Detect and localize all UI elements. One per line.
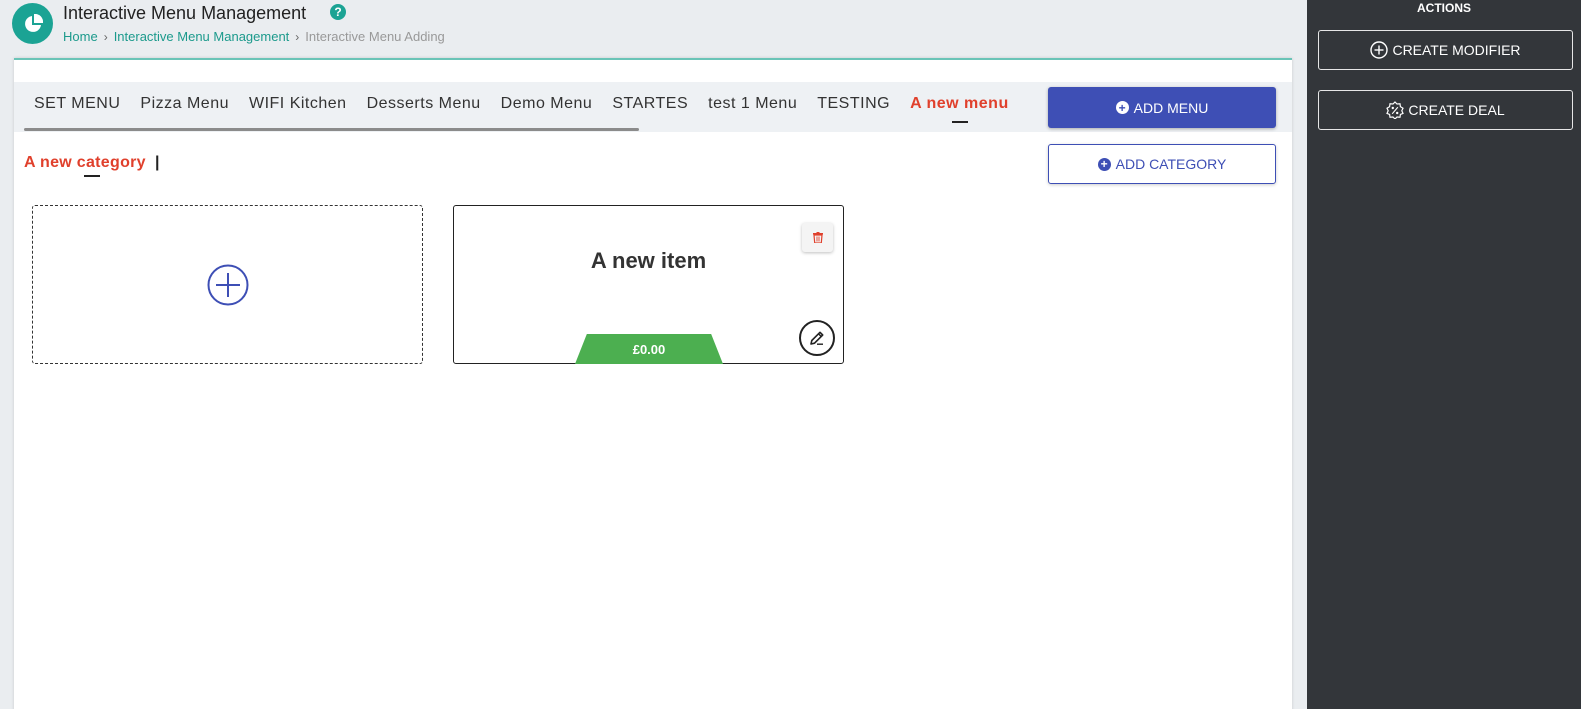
menu-tabs-bar: SET MENU Pizza Menu WIFI Kitchen Desserts M… (14, 82, 1292, 132)
price-tag: £0.00 (575, 334, 723, 364)
add-category-button[interactable]: + ADD CATEGORY (1048, 144, 1276, 184)
main-card: SET MENU Pizza Menu WIFI Kitchen Desserts M… (14, 58, 1292, 709)
chevron-right-icon: › (295, 29, 300, 44)
actions-panel: ACTIONS CREATE MODIFIER CREATE DEAL (1307, 0, 1581, 709)
create-modifier-label: CREATE MODIFIER (1392, 42, 1521, 58)
menu-tab[interactable]: Demo Menu (491, 82, 603, 126)
text-cursor: | (155, 154, 160, 171)
add-item-tile[interactable] (32, 205, 423, 364)
pie-chart-icon (24, 13, 43, 32)
plus-circle-icon (207, 264, 248, 305)
discount-badge-icon (1386, 101, 1405, 119)
add-category-label: ADD CATEGORY (1115, 156, 1227, 172)
menu-tab[interactable]: test 1 Menu (698, 82, 807, 126)
menu-tab[interactable]: Pizza Menu (130, 82, 239, 126)
menu-tabs-scroll: SET MENU Pizza Menu WIFI Kitchen Desserts M… (24, 82, 1032, 132)
item-name: A new item (590, 248, 707, 273)
pencil-icon (810, 331, 824, 345)
menu-tab[interactable]: Desserts Menu (357, 82, 491, 126)
menu-tab[interactable]: A new menu (900, 82, 1019, 126)
category-title-underline (84, 175, 100, 177)
add-menu-label: ADD MENU (1133, 99, 1209, 116)
plus-circle-icon: + (1115, 101, 1129, 114)
trash-icon (812, 232, 823, 243)
page-title: Interactive Menu Management (63, 3, 307, 23)
breadcrumb: Home › Interactive Menu Management › Int… (63, 29, 445, 44)
create-modifier-button[interactable]: CREATE MODIFIER (1318, 30, 1573, 70)
menu-tab[interactable]: WIFI Kitchen (239, 82, 357, 126)
menu-tab[interactable]: SET MENU (24, 82, 130, 126)
add-menu-button[interactable]: + ADD MENU (1048, 87, 1276, 128)
app-logo[interactable] (12, 3, 53, 44)
chevron-right-icon: › (103, 29, 108, 44)
breadcrumb-current: Interactive Menu Adding (305, 29, 445, 44)
menu-tab[interactable]: STARTES (602, 82, 698, 126)
actions-title: ACTIONS (1417, 1, 1471, 15)
menu-tab[interactable]: TESTING (807, 82, 900, 126)
menu-item-card[interactable]: A new item £0.00 (453, 205, 844, 364)
category-title[interactable]: A new category (24, 154, 146, 172)
item-price: £0.00 (632, 341, 666, 357)
create-deal-label: CREATE DEAL (1408, 102, 1505, 118)
plus-circle-icon: + (1097, 157, 1111, 171)
create-deal-button[interactable]: CREATE DEAL (1318, 90, 1573, 130)
page-header: Interactive Menu Management ? Home › Int… (0, 0, 1307, 58)
edit-item-button[interactable] (799, 320, 835, 356)
breadcrumb-section-link[interactable]: Interactive Menu Management (114, 29, 290, 44)
delete-item-button[interactable] (802, 223, 833, 252)
help-icon[interactable]: ? (330, 4, 346, 20)
plus-circle-icon (1370, 41, 1389, 59)
breadcrumb-home-link[interactable]: Home (63, 29, 98, 44)
tabs-scrollbar[interactable] (24, 128, 639, 131)
menu-tabs: SET MENU Pizza Menu WIFI Kitchen Desserts M… (24, 82, 1032, 126)
